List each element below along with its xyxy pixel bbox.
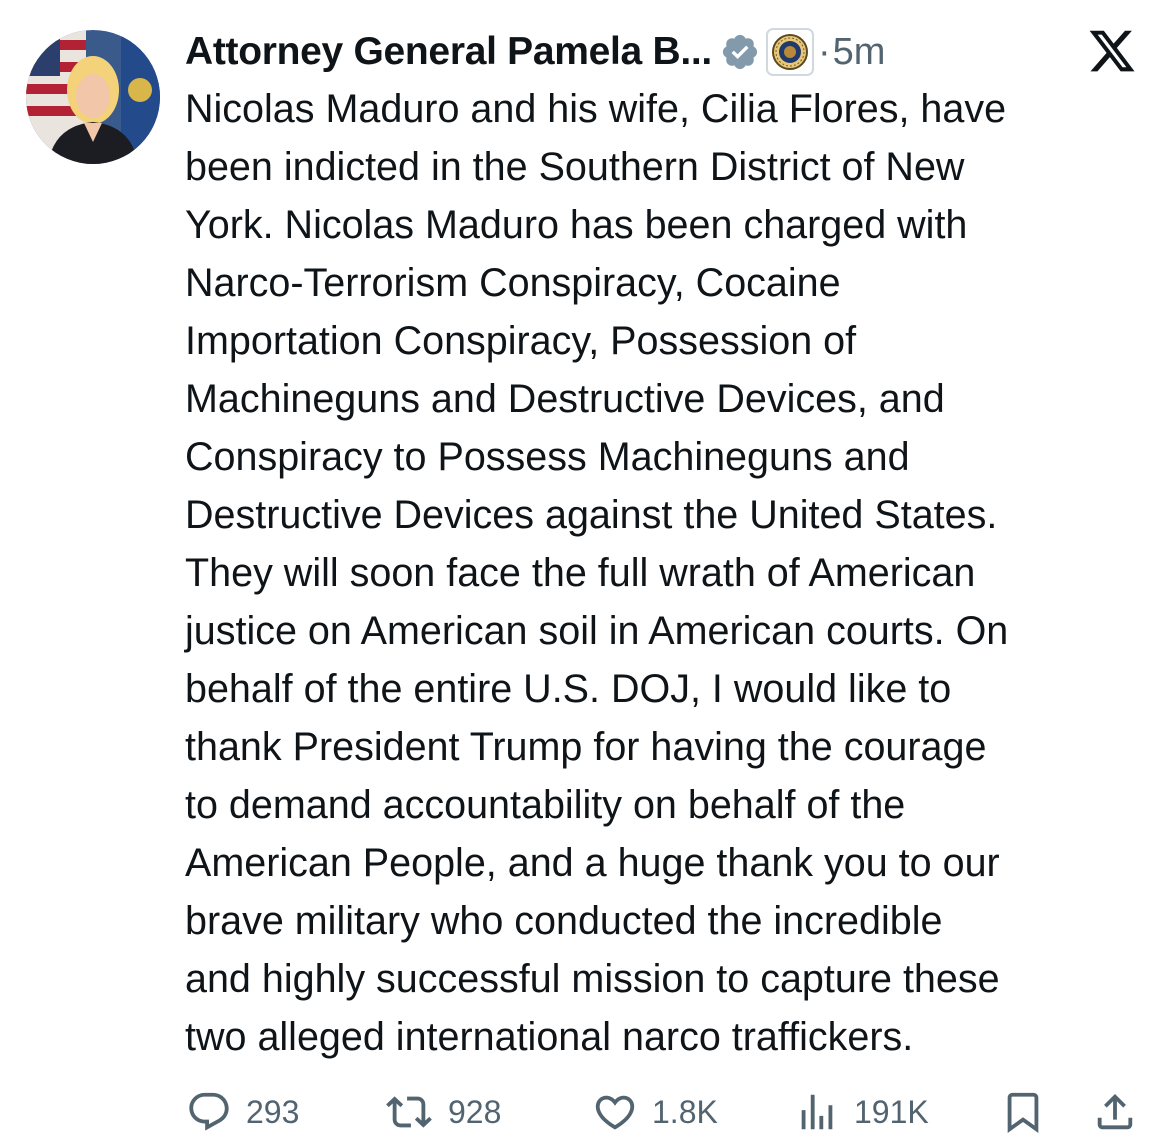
verified-badge-icon[interactable] bbox=[720, 32, 760, 72]
views-button[interactable]: 191K bbox=[794, 1084, 929, 1140]
post-text-line: York. Nicolas Maduro has been charged wi… bbox=[185, 203, 968, 247]
reply-icon bbox=[189, 1092, 229, 1131]
views-chart-icon bbox=[801, 1094, 833, 1130]
repost-icon bbox=[386, 1096, 432, 1128]
post-text-line: Narco-Terrorism Conspiracy, Cocaine bbox=[185, 261, 841, 305]
like-button[interactable]: 1.8K bbox=[592, 1084, 718, 1140]
post-header: Attorney General Pamela B... · 5m bbox=[185, 24, 885, 80]
post-text-line: Destructive Devices against the United S… bbox=[185, 493, 998, 537]
author-avatar[interactable] bbox=[26, 30, 160, 164]
doj-seal-icon[interactable] bbox=[765, 28, 814, 76]
post-text-line: justice on American soil in American cou… bbox=[185, 609, 1009, 653]
heart-icon bbox=[595, 1095, 635, 1130]
author-display-name[interactable]: Attorney General Pamela B... bbox=[185, 30, 712, 74]
bookmark-button[interactable] bbox=[1000, 1084, 1046, 1140]
reply-count: 293 bbox=[246, 1093, 300, 1130]
post-text-line: They will soon face the full wrath of Am… bbox=[185, 551, 976, 595]
post-text-line: been indicted in the Southern District o… bbox=[185, 145, 965, 189]
post-text-line: brave military who conducted the incredi… bbox=[185, 899, 943, 943]
avatar-photo bbox=[26, 30, 160, 164]
post-text-line: and highly successful mission to capture… bbox=[185, 957, 1000, 1001]
repost-count: 928 bbox=[448, 1093, 502, 1130]
repost-button[interactable]: 928 bbox=[384, 1084, 501, 1140]
post-text-line: Machineguns and Destructive Devices, and bbox=[185, 377, 945, 421]
x-logo-icon bbox=[1086, 26, 1138, 76]
post-text-line: Nicolas Maduro and his wife, Cilia Flore… bbox=[185, 87, 1007, 131]
post-text-line: Conspiracy to Possess Machineguns and bbox=[185, 435, 910, 479]
like-count: 1.8K bbox=[652, 1093, 718, 1130]
action-bar: 293 928 1.8K 191K bbox=[0, 1084, 1170, 1140]
post-text-line: Importation Conspiracy, Possession of bbox=[185, 319, 857, 363]
views-count: 191K bbox=[854, 1093, 929, 1130]
bookmark-icon bbox=[1007, 1092, 1039, 1133]
post-text: Nicolas Maduro and his wife, Cilia Flore… bbox=[185, 80, 1145, 1066]
post-text-line: two alleged international narco traffick… bbox=[185, 1015, 914, 1059]
post-text-line: behalf of the entire U.S. DOJ, I would l… bbox=[185, 667, 952, 711]
share-icon bbox=[1097, 1093, 1133, 1130]
share-button[interactable] bbox=[1092, 1084, 1138, 1140]
post-text-line: to demand accountability on behalf of th… bbox=[185, 783, 906, 827]
post-text-line: thank President Trump for having the cou… bbox=[185, 725, 987, 769]
post-timestamp[interactable]: 5m bbox=[833, 31, 886, 74]
post-text-line: American People, and a huge thank you to… bbox=[185, 841, 1000, 885]
header-separator: · bbox=[817, 30, 831, 73]
reply-button[interactable]: 293 bbox=[186, 1084, 299, 1140]
